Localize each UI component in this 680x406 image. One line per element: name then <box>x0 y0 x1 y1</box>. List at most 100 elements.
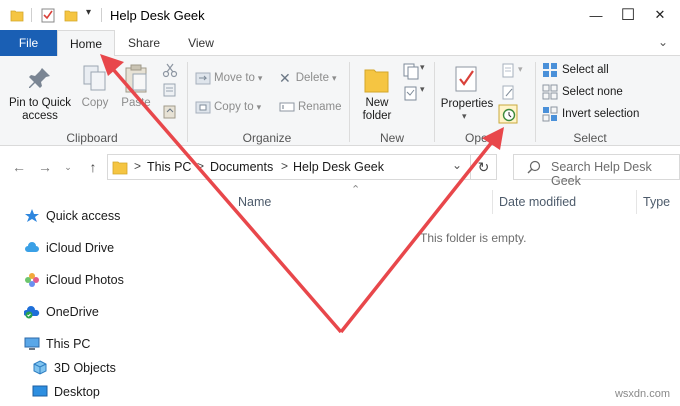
copy-icon <box>83 65 106 91</box>
nav-item-this-pc[interactable]: This PC <box>24 333 90 355</box>
refresh-icon: ↻ <box>477 158 490 175</box>
address-dropdown-icon[interactable]: ⌄ <box>452 158 462 172</box>
paste-button[interactable]: Paste <box>118 62 154 126</box>
pc-icon <box>24 336 40 352</box>
easy-access-icon[interactable] <box>402 84 420 102</box>
recent-locations-icon[interactable]: ⌄ <box>62 158 74 176</box>
tab-file[interactable]: File <box>0 30 57 56</box>
move-to-icon <box>195 72 211 85</box>
select-all-icon <box>543 63 557 77</box>
copy-button[interactable]: Copy <box>78 62 112 126</box>
breadcrumb-this-pc[interactable]: This PC <box>147 160 191 174</box>
search-placeholder: Search Help Desk Geek <box>551 160 652 188</box>
delete-label: Delete <box>295 72 329 84</box>
nav-item-label: This PC <box>46 337 91 351</box>
up-arrow-icon[interactable]: ↑ <box>84 158 102 176</box>
column-header-date-modified[interactable]: Date modified <box>499 195 576 209</box>
paste-label: Paste <box>121 97 151 109</box>
cut-icon[interactable] <box>162 62 178 78</box>
chevron-down-icon[interactable]: ▾ <box>420 62 425 73</box>
nav-item-icloud-drive[interactable]: iCloud Drive <box>24 237 114 259</box>
nav-item-label: iCloud Drive <box>46 241 115 255</box>
pin-label: Pin to Quick access <box>9 97 71 122</box>
column-header-name[interactable]: Name <box>238 195 271 209</box>
copy-to-button[interactable]: Copy to ▾ <box>195 97 261 117</box>
nav-item-label: OneDrive <box>46 305 99 319</box>
divider <box>535 62 536 142</box>
new-group-label: New <box>379 131 404 145</box>
folder-icon <box>10 10 24 22</box>
new-folder-label: New folder <box>362 97 392 122</box>
move-to-button[interactable]: Move to ▾ <box>195 68 262 88</box>
refresh-button[interactable]: ↻ <box>471 154 497 180</box>
chevron-down-icon: ▾ <box>256 101 262 112</box>
nav-item-quick-access[interactable]: Quick access <box>24 205 120 227</box>
breadcrumb-documents[interactable]: Documents <box>210 160 273 174</box>
open-icon[interactable] <box>500 62 516 78</box>
nav-item-desktop[interactable]: Desktop <box>32 381 100 403</box>
search-icon <box>527 160 541 174</box>
tab-home[interactable]: Home <box>57 30 115 57</box>
delete-button[interactable]: ✕ Delete ▾ <box>279 68 337 88</box>
paste-shortcut-icon[interactable] <box>162 103 178 119</box>
pin-icon <box>29 68 50 88</box>
chevron-down-icon: ▾ <box>462 111 467 121</box>
select-all-label: Select all <box>562 64 609 76</box>
select-all-button[interactable]: Select all <box>542 60 609 80</box>
column-header-type[interactable]: Type <box>643 195 670 209</box>
photos-icon <box>24 272 40 288</box>
onedrive-icon <box>24 304 40 320</box>
back-arrow-icon[interactable]: ← <box>10 158 28 176</box>
organize-group-label: Organize <box>242 131 292 145</box>
new-folder-button[interactable]: New folder <box>356 62 398 126</box>
select-none-button[interactable]: Select none <box>542 82 623 102</box>
sort-indicator-icon: ⌃ <box>351 184 361 196</box>
nav-item-icloud-photos[interactable]: iCloud Photos <box>24 269 124 291</box>
nav-item-label: Quick access <box>46 209 121 223</box>
rename-button[interactable]: Rename <box>279 97 341 117</box>
history-icon[interactable] <box>498 104 518 124</box>
invert-selection-icon <box>542 106 558 122</box>
close-button[interactable]: ✕ <box>640 4 680 26</box>
properties-label: Properties <box>440 98 494 110</box>
new-folder-qa-icon[interactable] <box>64 8 78 22</box>
divider <box>636 190 637 214</box>
star-icon <box>24 208 40 224</box>
paste-icon <box>125 64 147 93</box>
open-group-label: Ope <box>465 131 488 145</box>
divider <box>101 8 102 22</box>
watermark: wsxdn.com <box>614 388 670 400</box>
copy-to-icon <box>195 101 211 114</box>
nav-item-3d-objects[interactable]: 3D Objects <box>32 357 116 379</box>
move-to-label: Move to <box>214 72 255 84</box>
divider <box>349 62 350 142</box>
select-none-icon <box>542 84 558 100</box>
tab-view[interactable]: View <box>178 30 224 56</box>
invert-selection-label: Invert selection <box>562 108 640 120</box>
properties-qa-icon[interactable] <box>41 7 55 23</box>
chevron-down-icon[interactable]: ▾ <box>518 64 523 75</box>
expand-ribbon-icon[interactable]: ⌄ <box>658 35 668 49</box>
new-item-icon[interactable] <box>402 62 420 80</box>
copy-to-label: Copy to <box>214 101 254 113</box>
tab-share[interactable]: Share <box>120 30 168 56</box>
pin-to-quick-access-button[interactable]: Pin to Quick access <box>4 62 76 126</box>
forward-arrow-icon[interactable]: → <box>36 158 54 176</box>
edit-icon[interactable] <box>500 84 516 100</box>
customize-qa-dropdown-icon[interactable]: ▾ <box>86 7 91 18</box>
empty-folder-message: This folder is empty. <box>420 231 527 245</box>
chevron-down-icon[interactable]: ▾ <box>420 84 425 95</box>
nav-item-onedrive[interactable]: OneDrive <box>24 301 99 323</box>
rename-label: Rename <box>298 101 342 113</box>
select-none-label: Select none <box>562 86 623 98</box>
chevron-right-icon: > <box>281 159 289 173</box>
divider <box>187 62 188 142</box>
divider <box>31 8 32 22</box>
copy-path-icon[interactable] <box>162 82 178 98</box>
breadcrumb-help-desk-geek[interactable]: Help Desk Geek <box>293 160 384 174</box>
properties-button[interactable]: Properties ▾ <box>440 62 494 126</box>
invert-selection-button[interactable]: Invert selection <box>542 104 639 124</box>
cube-icon <box>32 360 48 376</box>
window-title: Help Desk Geek <box>110 8 205 23</box>
nav-item-label: iCloud Photos <box>46 273 124 287</box>
